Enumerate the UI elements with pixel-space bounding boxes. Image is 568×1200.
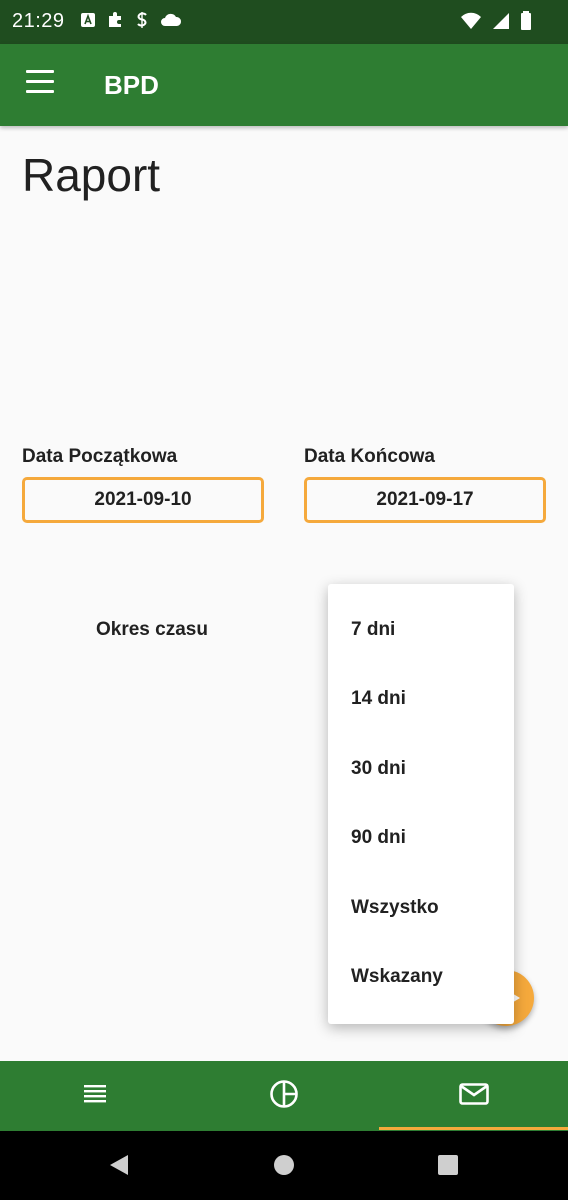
app-title: BPD <box>104 70 159 100</box>
tab-chart[interactable] <box>189 1061 378 1131</box>
active-tab-indicator <box>379 1127 568 1130</box>
period-option-7-days[interactable]: 7 dni <box>328 600 514 660</box>
battery-icon <box>520 11 532 36</box>
period-option-custom[interactable]: Wskazany <box>328 947 514 1007</box>
period-option-14-days[interactable]: 14 dni <box>328 669 514 729</box>
recents-icon[interactable] <box>437 1153 459 1182</box>
start-date-label: Data Początkowa <box>22 446 178 467</box>
period-option-all[interactable]: Wszystko <box>328 878 514 938</box>
tab-list[interactable] <box>0 1061 189 1131</box>
system-navigation-bar <box>0 1131 568 1200</box>
start-date-field[interactable]: 2021-09-10 <box>22 477 264 523</box>
back-icon[interactable] <box>108 1153 130 1182</box>
status-bar: 21:29 <box>0 0 568 44</box>
home-icon[interactable] <box>273 1153 295 1182</box>
period-label: Okres czasu <box>96 619 208 640</box>
hamburger-menu-icon[interactable] <box>24 70 58 100</box>
status-system-icons <box>460 11 532 36</box>
signal-icon <box>492 12 510 35</box>
list-icon <box>83 1083 107 1110</box>
end-date-label: Data Końcowa <box>304 446 435 467</box>
app-bar: BPD <box>0 44 568 126</box>
puzzle-icon <box>106 11 124 34</box>
period-option-90-days[interactable]: 90 dni <box>328 808 514 868</box>
mail-icon <box>458 1082 489 1110</box>
period-dropdown-menu: 7 dni 14 dni 30 dni 90 dni Wszystko Wska… <box>328 584 514 1024</box>
tab-mail[interactable] <box>379 1061 568 1131</box>
cloud-icon <box>160 12 182 33</box>
end-date-field[interactable]: 2021-09-17 <box>304 477 546 523</box>
a-badge-icon <box>80 12 96 33</box>
bottom-navigation <box>0 1061 568 1131</box>
status-time: 21:29 <box>12 10 65 32</box>
page-title: Raport <box>22 149 161 201</box>
pie-chart-icon <box>269 1079 299 1114</box>
s-icon <box>134 11 150 34</box>
period-option-30-days[interactable]: 30 dni <box>328 739 514 799</box>
status-notification-icons <box>80 11 182 34</box>
wifi-icon <box>460 12 482 35</box>
